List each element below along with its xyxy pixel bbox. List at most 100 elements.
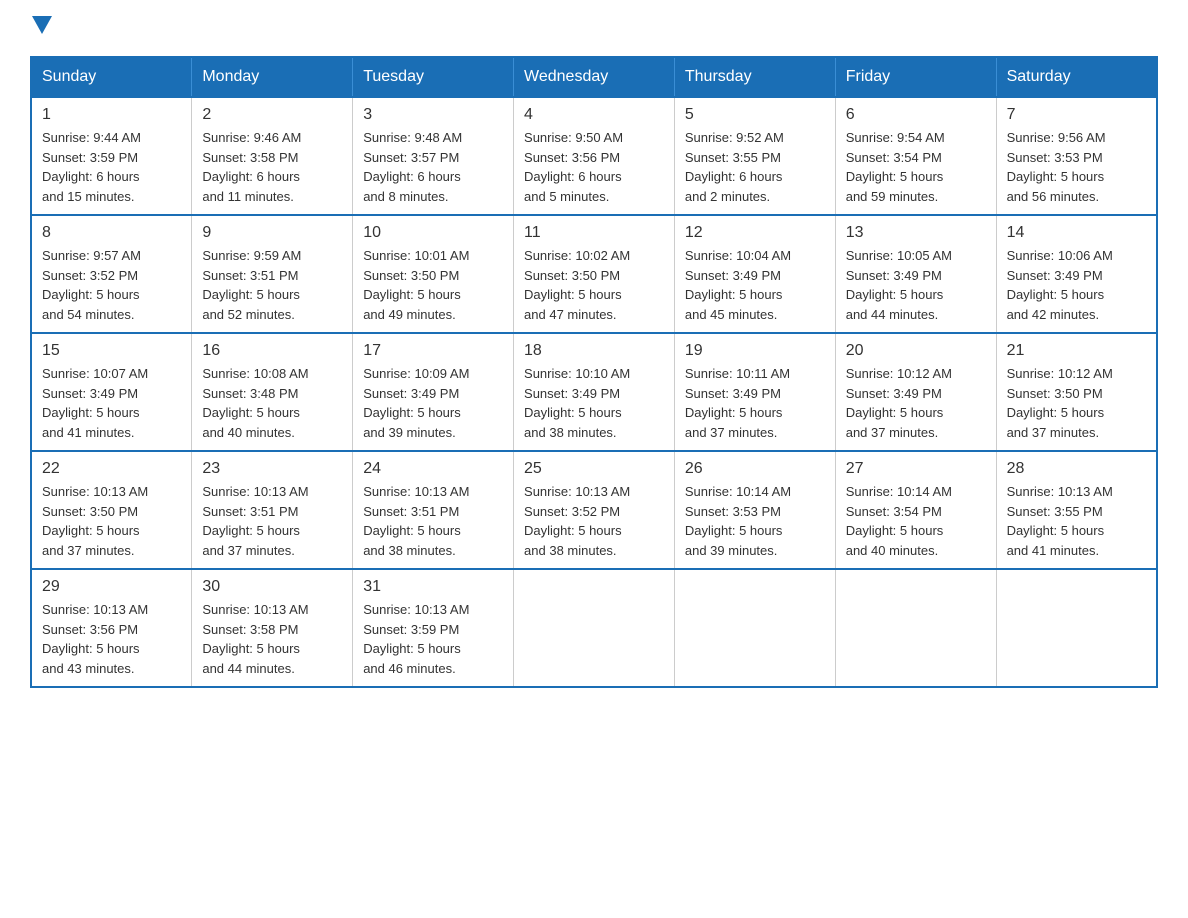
calendar-cell: 30 Sunrise: 10:13 AMSunset: 3:58 PMDayli… xyxy=(192,569,353,687)
calendar-cell: 7 Sunrise: 9:56 AMSunset: 3:53 PMDayligh… xyxy=(996,97,1157,215)
calendar-week-row: 22 Sunrise: 10:13 AMSunset: 3:50 PMDayli… xyxy=(31,451,1157,569)
calendar-cell xyxy=(835,569,996,687)
calendar-cell: 2 Sunrise: 9:46 AMSunset: 3:58 PMDayligh… xyxy=(192,97,353,215)
calendar-cell: 6 Sunrise: 9:54 AMSunset: 3:54 PMDayligh… xyxy=(835,97,996,215)
calendar-cell: 14 Sunrise: 10:06 AMSunset: 3:49 PMDayli… xyxy=(996,215,1157,333)
calendar-cell xyxy=(514,569,675,687)
calendar-cell xyxy=(674,569,835,687)
day-info: Sunrise: 9:54 AMSunset: 3:54 PMDaylight:… xyxy=(846,128,986,206)
day-info: Sunrise: 10:02 AMSunset: 3:50 PMDaylight… xyxy=(524,246,664,324)
day-number: 26 xyxy=(685,460,825,478)
day-number: 22 xyxy=(42,460,181,478)
day-number: 3 xyxy=(363,106,503,124)
day-number: 15 xyxy=(42,342,181,360)
weekday-header-monday: Monday xyxy=(192,57,353,97)
day-info: Sunrise: 10:13 AMSunset: 3:50 PMDaylight… xyxy=(42,482,181,560)
day-number: 21 xyxy=(1007,342,1146,360)
calendar-cell: 10 Sunrise: 10:01 AMSunset: 3:50 PMDayli… xyxy=(353,215,514,333)
day-info: Sunrise: 9:57 AMSunset: 3:52 PMDaylight:… xyxy=(42,246,181,324)
day-info: Sunrise: 10:09 AMSunset: 3:49 PMDaylight… xyxy=(363,364,503,442)
day-number: 2 xyxy=(202,106,342,124)
calendar-cell: 16 Sunrise: 10:08 AMSunset: 3:48 PMDayli… xyxy=(192,333,353,451)
calendar-cell: 31 Sunrise: 10:13 AMSunset: 3:59 PMDayli… xyxy=(353,569,514,687)
weekday-header-sunday: Sunday xyxy=(31,57,192,97)
calendar-cell: 15 Sunrise: 10:07 AMSunset: 3:49 PMDayli… xyxy=(31,333,192,451)
calendar-week-row: 8 Sunrise: 9:57 AMSunset: 3:52 PMDayligh… xyxy=(31,215,1157,333)
calendar-cell: 3 Sunrise: 9:48 AMSunset: 3:57 PMDayligh… xyxy=(353,97,514,215)
day-number: 11 xyxy=(524,224,664,242)
day-number: 16 xyxy=(202,342,342,360)
weekday-header-row: SundayMondayTuesdayWednesdayThursdayFrid… xyxy=(31,57,1157,97)
calendar-cell: 5 Sunrise: 9:52 AMSunset: 3:55 PMDayligh… xyxy=(674,97,835,215)
day-info: Sunrise: 9:59 AMSunset: 3:51 PMDaylight:… xyxy=(202,246,342,324)
day-number: 4 xyxy=(524,106,664,124)
day-number: 27 xyxy=(846,460,986,478)
day-number: 18 xyxy=(524,342,664,360)
day-number: 13 xyxy=(846,224,986,242)
day-info: Sunrise: 10:13 AMSunset: 3:55 PMDaylight… xyxy=(1007,482,1146,560)
day-info: Sunrise: 10:13 AMSunset: 3:51 PMDaylight… xyxy=(363,482,503,560)
day-info: Sunrise: 9:48 AMSunset: 3:57 PMDaylight:… xyxy=(363,128,503,206)
day-info: Sunrise: 9:46 AMSunset: 3:58 PMDaylight:… xyxy=(202,128,342,206)
calendar-cell: 22 Sunrise: 10:13 AMSunset: 3:50 PMDayli… xyxy=(31,451,192,569)
calendar-cell: 18 Sunrise: 10:10 AMSunset: 3:49 PMDayli… xyxy=(514,333,675,451)
calendar-cell: 8 Sunrise: 9:57 AMSunset: 3:52 PMDayligh… xyxy=(31,215,192,333)
day-info: Sunrise: 10:04 AMSunset: 3:49 PMDaylight… xyxy=(685,246,825,324)
calendar-cell: 9 Sunrise: 9:59 AMSunset: 3:51 PMDayligh… xyxy=(192,215,353,333)
calendar-week-row: 15 Sunrise: 10:07 AMSunset: 3:49 PMDayli… xyxy=(31,333,1157,451)
day-info: Sunrise: 10:13 AMSunset: 3:56 PMDaylight… xyxy=(42,600,181,678)
day-info: Sunrise: 9:56 AMSunset: 3:53 PMDaylight:… xyxy=(1007,128,1146,206)
day-number: 31 xyxy=(363,578,503,596)
day-number: 20 xyxy=(846,342,986,360)
day-info: Sunrise: 10:05 AMSunset: 3:49 PMDaylight… xyxy=(846,246,986,324)
day-info: Sunrise: 9:50 AMSunset: 3:56 PMDaylight:… xyxy=(524,128,664,206)
calendar-cell: 12 Sunrise: 10:04 AMSunset: 3:49 PMDayli… xyxy=(674,215,835,333)
calendar-week-row: 29 Sunrise: 10:13 AMSunset: 3:56 PMDayli… xyxy=(31,569,1157,687)
day-info: Sunrise: 10:13 AMSunset: 3:59 PMDaylight… xyxy=(363,600,503,678)
day-number: 25 xyxy=(524,460,664,478)
day-info: Sunrise: 10:10 AMSunset: 3:49 PMDaylight… xyxy=(524,364,664,442)
calendar-cell: 25 Sunrise: 10:13 AMSunset: 3:52 PMDayli… xyxy=(514,451,675,569)
day-number: 19 xyxy=(685,342,825,360)
calendar-week-row: 1 Sunrise: 9:44 AMSunset: 3:59 PMDayligh… xyxy=(31,97,1157,215)
day-number: 23 xyxy=(202,460,342,478)
calendar-cell: 19 Sunrise: 10:11 AMSunset: 3:49 PMDayli… xyxy=(674,333,835,451)
calendar-table: SundayMondayTuesdayWednesdayThursdayFrid… xyxy=(30,56,1158,688)
day-number: 9 xyxy=(202,224,342,242)
calendar-cell: 1 Sunrise: 9:44 AMSunset: 3:59 PMDayligh… xyxy=(31,97,192,215)
page-header xyxy=(30,20,1158,36)
calendar-cell: 28 Sunrise: 10:13 AMSunset: 3:55 PMDayli… xyxy=(996,451,1157,569)
logo-arrow-icon xyxy=(32,16,52,36)
day-number: 28 xyxy=(1007,460,1146,478)
day-info: Sunrise: 10:11 AMSunset: 3:49 PMDaylight… xyxy=(685,364,825,442)
day-number: 17 xyxy=(363,342,503,360)
day-info: Sunrise: 10:14 AMSunset: 3:54 PMDaylight… xyxy=(846,482,986,560)
day-info: Sunrise: 10:12 AMSunset: 3:49 PMDaylight… xyxy=(846,364,986,442)
day-number: 12 xyxy=(685,224,825,242)
calendar-cell: 4 Sunrise: 9:50 AMSunset: 3:56 PMDayligh… xyxy=(514,97,675,215)
calendar-cell: 24 Sunrise: 10:13 AMSunset: 3:51 PMDayli… xyxy=(353,451,514,569)
weekday-header-saturday: Saturday xyxy=(996,57,1157,97)
day-info: Sunrise: 10:01 AMSunset: 3:50 PMDaylight… xyxy=(363,246,503,324)
calendar-cell: 20 Sunrise: 10:12 AMSunset: 3:49 PMDayli… xyxy=(835,333,996,451)
day-info: Sunrise: 10:13 AMSunset: 3:58 PMDaylight… xyxy=(202,600,342,678)
day-number: 7 xyxy=(1007,106,1146,124)
day-info: Sunrise: 9:44 AMSunset: 3:59 PMDaylight:… xyxy=(42,128,181,206)
day-number: 8 xyxy=(42,224,181,242)
day-number: 5 xyxy=(685,106,825,124)
day-info: Sunrise: 10:13 AMSunset: 3:51 PMDaylight… xyxy=(202,482,342,560)
calendar-cell: 27 Sunrise: 10:14 AMSunset: 3:54 PMDayli… xyxy=(835,451,996,569)
calendar-cell: 26 Sunrise: 10:14 AMSunset: 3:53 PMDayli… xyxy=(674,451,835,569)
day-number: 14 xyxy=(1007,224,1146,242)
calendar-cell: 13 Sunrise: 10:05 AMSunset: 3:49 PMDayli… xyxy=(835,215,996,333)
day-info: Sunrise: 9:52 AMSunset: 3:55 PMDaylight:… xyxy=(685,128,825,206)
weekday-header-wednesday: Wednesday xyxy=(514,57,675,97)
calendar-cell: 21 Sunrise: 10:12 AMSunset: 3:50 PMDayli… xyxy=(996,333,1157,451)
calendar-cell xyxy=(996,569,1157,687)
calendar-cell: 23 Sunrise: 10:13 AMSunset: 3:51 PMDayli… xyxy=(192,451,353,569)
day-info: Sunrise: 10:14 AMSunset: 3:53 PMDaylight… xyxy=(685,482,825,560)
day-info: Sunrise: 10:12 AMSunset: 3:50 PMDaylight… xyxy=(1007,364,1146,442)
weekday-header-tuesday: Tuesday xyxy=(353,57,514,97)
calendar-cell: 17 Sunrise: 10:09 AMSunset: 3:49 PMDayli… xyxy=(353,333,514,451)
day-number: 10 xyxy=(363,224,503,242)
